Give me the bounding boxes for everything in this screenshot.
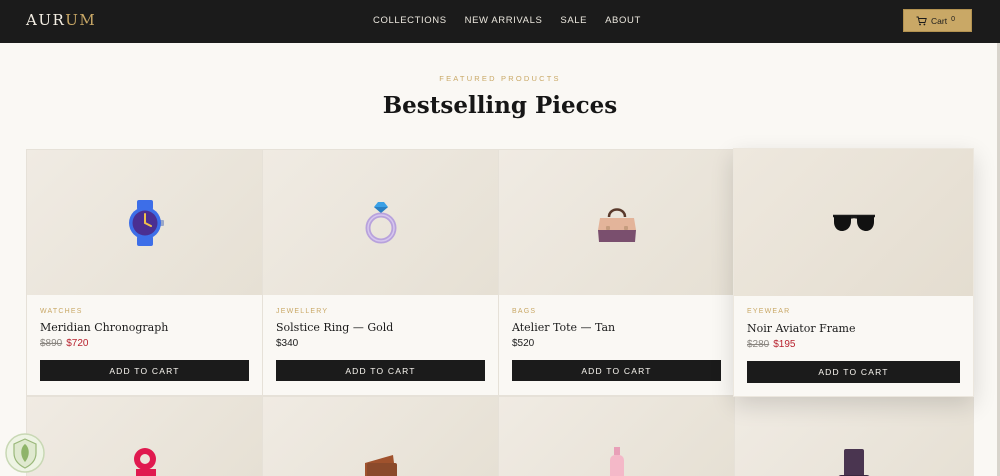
product-category: EYEWEAR (747, 308, 791, 315)
nav-link-collections[interactable]: COLLECTIONS (373, 15, 447, 26)
product-card-sunglasses[interactable]: EYEWEAR Noir Aviator Frame $280 $195 ADD … (733, 148, 974, 397)
add-to-cart-button[interactable]: ADD TO CART (276, 360, 485, 381)
ring-icon (365, 201, 396, 243)
handbag-icon (597, 207, 636, 242)
add-to-cart-button[interactable]: ADD TO CART (512, 360, 721, 381)
product-image[interactable] (263, 150, 498, 295)
add-to-cart-button[interactable]: ADD TO CART (40, 360, 249, 381)
product-category: BAGS (512, 308, 537, 315)
product-price: $890 $720 (40, 338, 89, 349)
logo-text-primary: AUR (26, 11, 66, 29)
nav-link-about[interactable]: ABOUT (605, 15, 641, 26)
product-category: WATCHES (40, 308, 83, 315)
watch-icon (128, 199, 164, 246)
product-price: $520 (512, 338, 535, 349)
lipstick-icon (133, 448, 156, 476)
cart-icon (916, 16, 927, 25)
section-title: Bestselling Pieces (382, 92, 618, 119)
product-image[interactable] (734, 149, 973, 296)
product-name[interactable]: Atelier Tote — Tan (512, 321, 615, 334)
nav-link-new-arrivals[interactable]: NEW ARRIVALS (465, 15, 543, 26)
product-card-partial[interactable] (734, 396, 974, 476)
nav-link-sale[interactable]: SALE (560, 15, 587, 26)
product-card-partial[interactable] (26, 396, 263, 476)
original-price: $280 (747, 339, 770, 350)
product-price: $280 $195 (747, 339, 796, 350)
lotion-bottle-icon (609, 447, 624, 476)
product-name[interactable]: Meridian Chronograph (40, 321, 168, 334)
shield-badge-icon (5, 433, 45, 473)
sale-price: $195 (773, 339, 796, 350)
site-header: AURUM COLLECTIONS NEW ARRIVALS SALE ABOU… (0, 0, 1000, 43)
product-name[interactable]: Solstice Ring — Gold (276, 321, 393, 334)
main-nav: COLLECTIONS NEW ARRIVALS SALE ABOUT (373, 15, 641, 26)
cart-label: Cart (931, 15, 948, 26)
cart-count: 0 (951, 15, 955, 23)
top-hat-icon (838, 449, 870, 476)
logo[interactable]: AURUM (26, 11, 96, 29)
add-to-cart-button[interactable]: ADD TO CART (747, 361, 960, 383)
wallet-icon (364, 455, 397, 476)
product-image[interactable] (499, 150, 734, 295)
sunglasses-icon (832, 214, 875, 231)
product-card-partial[interactable] (262, 396, 499, 476)
original-price: $890 (40, 338, 63, 349)
product-category: JEWELLERY (276, 308, 329, 315)
section-eyebrow: FEATURED PRODUCTS (439, 74, 561, 83)
product-card-bag[interactable]: BAGS Atelier Tote — Tan $520 ADD TO CART (498, 149, 735, 396)
product-card-ring[interactable]: JEWELLERY Solstice Ring — Gold $340 ADD … (262, 149, 499, 396)
product-image[interactable] (27, 150, 262, 295)
product-card-watch[interactable]: WATCHES Meridian Chronograph $890 $720 AD… (26, 149, 263, 396)
cart-button[interactable]: Cart 0 (903, 9, 972, 32)
logo-text-accent: UM (65, 11, 97, 29)
product-card-partial[interactable] (498, 396, 735, 476)
product-price: $340 (276, 338, 299, 349)
product-name[interactable]: Noir Aviator Frame (747, 322, 856, 335)
sale-price: $720 (66, 338, 89, 349)
